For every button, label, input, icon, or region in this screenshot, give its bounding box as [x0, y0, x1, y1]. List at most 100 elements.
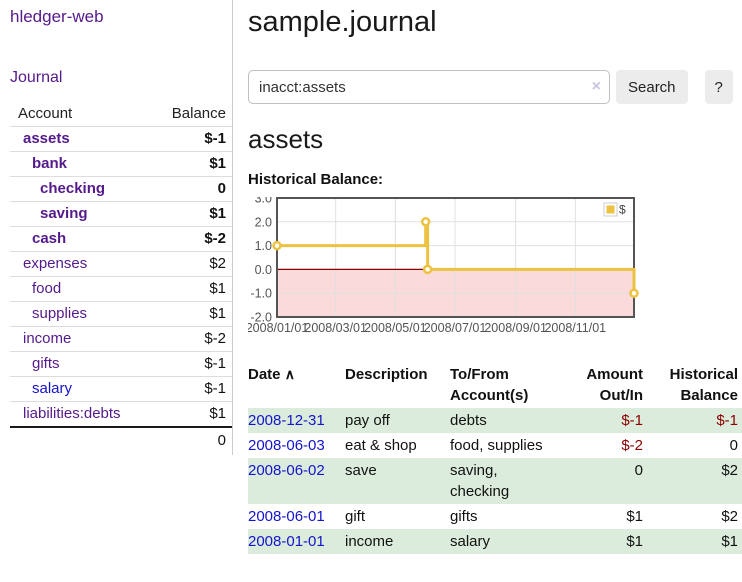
register-row: 2008-12-31pay offdebts$-1$-1: [248, 408, 742, 433]
col-amount[interactable]: Amount Out/In: [568, 362, 655, 408]
svg-text:2008/01/01: 2008/01/01: [248, 321, 308, 335]
amount-cell: $-1: [568, 408, 655, 433]
accounts-total-row: 0: [10, 427, 232, 453]
account-link[interactable]: saving: [40, 205, 88, 222]
date-link[interactable]: 2008-01-01: [248, 533, 325, 550]
svg-text:1.0: 1.0: [255, 239, 272, 253]
account-row: assets $-1: [10, 127, 232, 152]
svg-text:3.0: 3.0: [255, 197, 272, 206]
balance-cell: $-1: [655, 408, 742, 433]
hledger-web-app: hledger-web Journal Account Balance asse…: [0, 0, 742, 582]
amount-cell: $-2: [568, 433, 655, 458]
register-header-row: Date ∧ Description To/From Account(s) Am…: [248, 362, 742, 408]
search-form: × Search ?: [248, 70, 742, 104]
amount-cell: $1: [568, 529, 655, 554]
date-link[interactable]: 2008-06-03: [248, 437, 325, 454]
help-button[interactable]: ?: [705, 70, 733, 104]
accounts-total: 0: [147, 427, 232, 453]
date-link[interactable]: 2008-06-01: [248, 508, 325, 525]
account-row: saving $1: [10, 202, 232, 227]
chart-canvas[interactable]: $3.02.01.00.0-1.0-2.02008/01/012008/03/0…: [248, 197, 742, 339]
account-link[interactable]: salary: [32, 380, 72, 397]
svg-text:-1.0: -1.0: [250, 287, 272, 301]
accounts-cell: food, supplies: [450, 433, 568, 458]
account-balance: $1: [147, 302, 232, 327]
register-row: 2008-06-03 eat & shopfood, supplies$-20: [248, 433, 742, 458]
sidebar: hledger-web Journal Account Balance asse…: [10, 0, 232, 453]
account-heading: assets: [248, 124, 742, 154]
sort-asc-icon: ∧: [285, 366, 295, 382]
account-link[interactable]: bank: [32, 155, 67, 172]
register-row: 2008-06-01giftgifts$1$2: [248, 504, 742, 529]
account-link[interactable]: expenses: [23, 255, 87, 272]
account-link[interactable]: supplies: [32, 305, 87, 322]
account-balance: $-1: [147, 127, 232, 152]
account-balance: 0: [147, 177, 232, 202]
account-balance: $-1: [147, 352, 232, 377]
svg-text:2008/07/01: 2008/07/01: [424, 321, 487, 335]
description-cell: eat & shop: [345, 433, 450, 458]
svg-text:$: $: [619, 203, 626, 217]
account-link[interactable]: food: [32, 280, 61, 297]
account-balance: $-2: [147, 327, 232, 352]
accounts-table: Account Balance assets $-1 bank $1 checking 0…: [10, 102, 232, 453]
col-description[interactable]: Description: [345, 362, 450, 408]
account-balance: $-2: [147, 227, 232, 252]
amount-cell: $1: [568, 504, 655, 529]
account-link[interactable]: cash: [32, 230, 66, 247]
balance-cell: $2: [655, 504, 742, 529]
account-link[interactable]: liabilities:debts: [23, 405, 121, 422]
account-balance: $1: [147, 402, 232, 428]
account-row: salary $-1: [10, 377, 232, 402]
page-title: sample.journal: [248, 6, 742, 38]
col-date[interactable]: Date ∧: [248, 362, 345, 408]
account-row: gifts $-1: [10, 352, 232, 377]
amount-cell: 0: [568, 458, 655, 504]
app-title-link[interactable]: hledger-web: [10, 7, 232, 27]
balance-cell: $1: [655, 529, 742, 554]
search-button[interactable]: Search: [616, 70, 688, 104]
svg-text:2008/03/01: 2008/03/01: [304, 321, 367, 335]
svg-text:2008/11/01: 2008/11/01: [544, 321, 606, 335]
account-balance: $1: [147, 277, 232, 302]
description-cell: income: [345, 529, 450, 554]
accounts-cell: salary: [450, 529, 568, 554]
col-balance: Balance: [147, 102, 232, 127]
description-cell: pay off: [345, 408, 450, 433]
svg-text:2008/09/01: 2008/09/01: [484, 321, 547, 335]
balance-cell: 0: [655, 433, 742, 458]
account-link[interactable]: gifts: [32, 355, 60, 372]
account-row: liabilities:debts $1: [10, 402, 232, 428]
account-balance: $-1: [147, 377, 232, 402]
balance-cell: $2: [655, 458, 742, 504]
account-link[interactable]: assets: [23, 130, 70, 147]
register-table: Date ∧ Description To/From Account(s) Am…: [248, 362, 742, 554]
search-input[interactable]: [248, 70, 610, 104]
account-row: expenses $2: [10, 252, 232, 277]
date-link[interactable]: 2008-06-02: [248, 462, 325, 479]
account-link[interactable]: checking: [40, 180, 105, 197]
account-balance: $2: [147, 252, 232, 277]
description-cell: save: [345, 458, 450, 504]
col-account: Account: [10, 102, 147, 127]
svg-text:2.0: 2.0: [255, 215, 272, 229]
clear-search-icon[interactable]: ×: [592, 78, 601, 96]
accounts-cell: debts: [450, 408, 568, 433]
journal-link[interactable]: Journal: [10, 69, 232, 87]
col-accounts[interactable]: To/From Account(s): [450, 362, 568, 408]
col-historical-balance[interactable]: Historical Balance: [655, 362, 742, 408]
account-balance: $1: [147, 202, 232, 227]
svg-text:2008/05/01: 2008/05/01: [364, 321, 427, 335]
account-link[interactable]: income: [23, 330, 71, 347]
description-cell: gift: [345, 504, 450, 529]
search-input-wrap: ×: [248, 70, 610, 104]
account-row: cash $-2: [10, 227, 232, 252]
historical-balance-chart[interactable]: $3.02.01.00.0-1.0-2.02008/01/012008/03/0…: [248, 197, 742, 344]
chart-title: Historical Balance:: [248, 171, 742, 188]
register-row: 2008-01-01incomesalary$1$1: [248, 529, 742, 554]
date-link[interactable]: 2008-12-31: [248, 412, 325, 429]
account-row: food $1: [10, 277, 232, 302]
svg-text:0.0: 0.0: [255, 263, 272, 277]
account-row: checking 0: [10, 177, 232, 202]
account-balance: $1: [147, 152, 232, 177]
